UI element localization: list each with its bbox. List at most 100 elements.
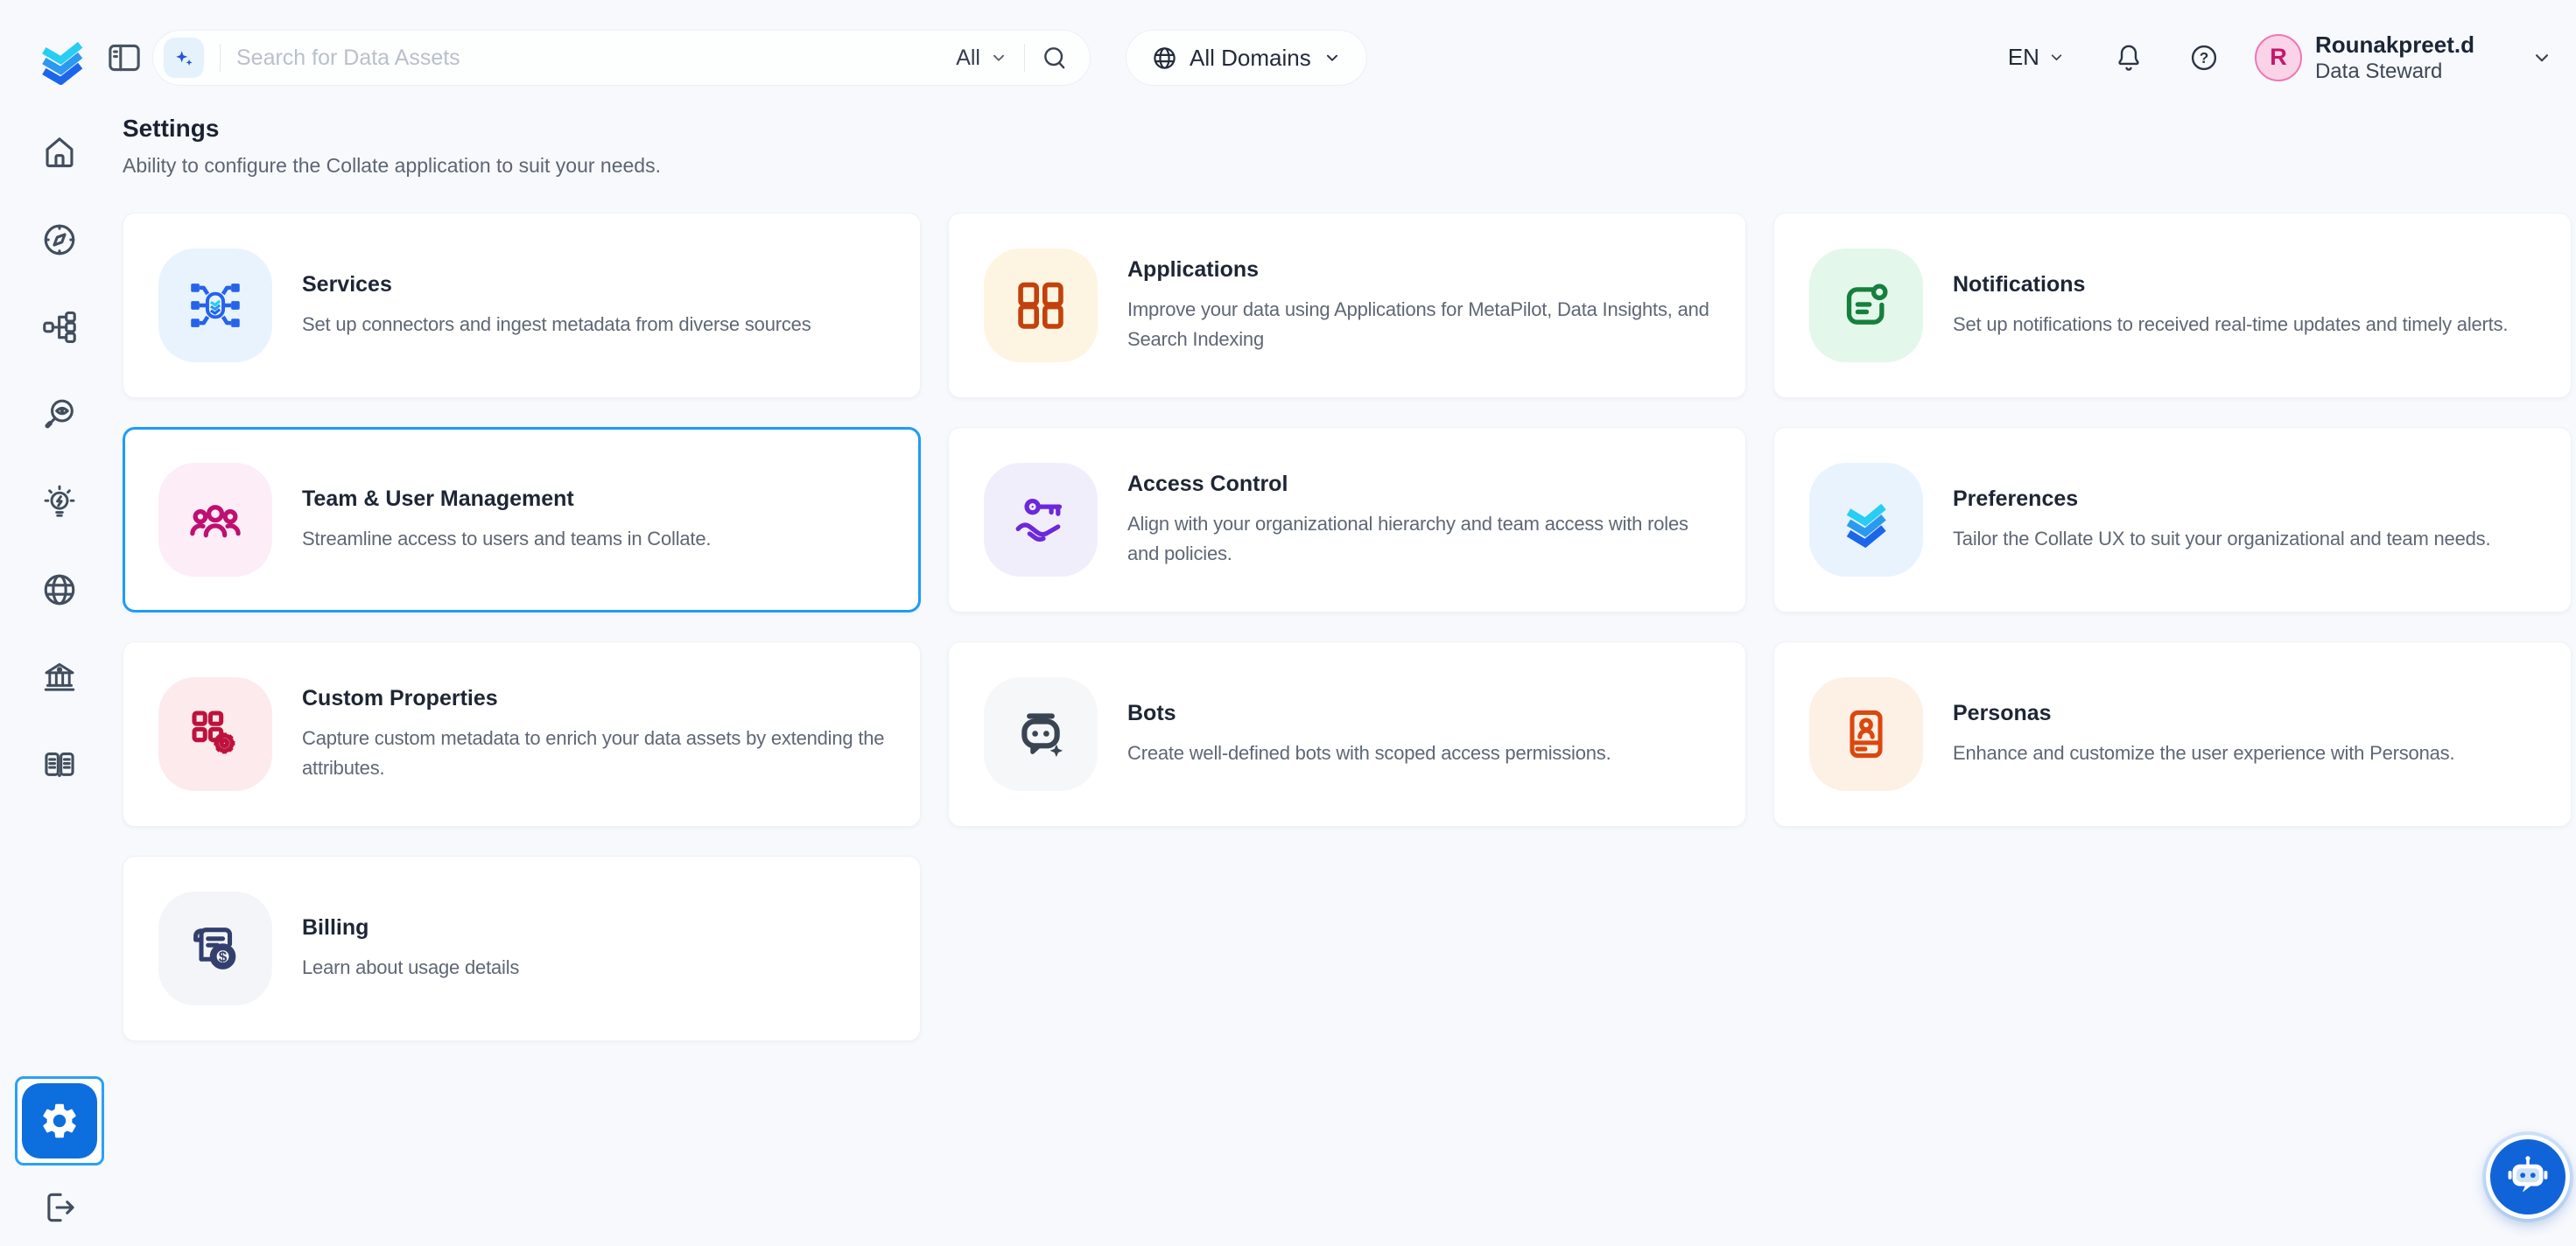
- chevron-down-icon: [2047, 48, 2066, 66]
- card-description: Learn about usage details: [302, 953, 519, 983]
- language-label: EN: [2008, 44, 2039, 71]
- divider: [1024, 44, 1025, 72]
- chevron-down-icon: [989, 48, 1008, 67]
- sidebar-item-governance[interactable]: [40, 658, 79, 696]
- card-text: Bots Create well-defined bots with scope…: [1127, 701, 1638, 768]
- top-header: All All Domains EN ? R: [0, 0, 2576, 116]
- search-input[interactable]: [236, 46, 956, 71]
- settings-card-access-control[interactable]: Access Control Align with your organizat…: [948, 427, 1746, 612]
- sidebar-item-observability[interactable]: [40, 396, 79, 434]
- settings-cards-grid: Services Set up connectors and ingest me…: [123, 213, 2572, 1041]
- card-title: Team & User Management: [302, 486, 711, 512]
- settings-button[interactable]: [22, 1083, 97, 1158]
- settings-card-custom-properties[interactable]: Custom Properties Capture custom metadat…: [123, 641, 921, 827]
- sidebar-item-settings-selected[interactable]: [15, 1076, 104, 1166]
- sidebar-item-insights[interactable]: [40, 483, 79, 522]
- card-title: Personas: [1953, 701, 2454, 726]
- page-subtitle: Ability to configure the Collate applica…: [123, 154, 2572, 178]
- sidebar-toggle-icon[interactable]: [105, 38, 144, 77]
- sidebar-item-domains[interactable]: [40, 570, 79, 609]
- card-text: Notifications Set up notifications to re…: [1953, 272, 2534, 340]
- card-title: Preferences: [1953, 486, 2490, 512]
- hand-key-icon: [1012, 491, 1070, 549]
- main-content: Settings Ability to configure the Collat…: [118, 116, 2576, 1246]
- card-title: Bots: [1127, 701, 1611, 726]
- page-title: Settings: [123, 116, 2572, 141]
- bots-tile: [984, 677, 1098, 791]
- services-network-icon: [186, 276, 245, 335]
- receipt-dollar-icon: $: [187, 920, 243, 976]
- card-title: Billing: [302, 915, 519, 941]
- header-right-cluster: EN ? R Rounakpreet.d Data Steward: [2008, 32, 2553, 85]
- chatbot-icon: [2503, 1152, 2552, 1201]
- svg-text:?: ?: [2200, 49, 2209, 66]
- domains-label: All Domains: [1190, 45, 1311, 72]
- notifications-tile: [1809, 248, 1923, 362]
- avatar-initial: R: [2270, 44, 2287, 71]
- search-scope-dropdown[interactable]: All: [956, 46, 1008, 71]
- sidebar-item-home[interactable]: [40, 133, 79, 172]
- search-scope-label: All: [956, 46, 980, 71]
- user-menu-chevron-icon[interactable]: [2530, 46, 2553, 69]
- card-description: Set up connectors and ingest metadata fr…: [302, 310, 811, 340]
- settings-card-bots[interactable]: Bots Create well-defined bots with scope…: [948, 641, 1746, 827]
- help-icon[interactable]: ?: [2188, 42, 2220, 74]
- search-icon[interactable]: [1041, 44, 1069, 72]
- settings-card-applications[interactable]: Applications Improve your data using App…: [948, 213, 1746, 398]
- avatar[interactable]: R: [2255, 34, 2302, 81]
- left-sidebar: [0, 116, 118, 1246]
- user-name: Rounakpreet.d: [2315, 32, 2474, 60]
- team-users-icon: [186, 491, 244, 549]
- settings-card-preferences[interactable]: Preferences Tailor the Collate UX to sui…: [1773, 427, 2572, 612]
- ai-sparkle-icon[interactable]: [164, 38, 204, 78]
- settings-card-personas[interactable]: Personas Enhance and customize the user …: [1773, 641, 2572, 827]
- domains-dropdown[interactable]: All Domains: [1126, 30, 1367, 86]
- collate-logo-icon[interactable]: [33, 31, 91, 85]
- custom-properties-tile: [158, 677, 272, 791]
- card-title: Services: [302, 272, 811, 298]
- sidebar-item-explore[interactable]: [40, 220, 79, 259]
- card-description: Align with your organizational hierarchy…: [1127, 509, 1719, 569]
- language-selector[interactable]: EN: [2008, 44, 2066, 71]
- card-text: Access Control Align with your organizat…: [1127, 472, 1745, 569]
- billing-tile: $: [158, 892, 272, 1005]
- settings-card-services[interactable]: Services Set up connectors and ingest me…: [123, 213, 921, 398]
- divider: [220, 44, 221, 72]
- logout-icon[interactable]: [40, 1188, 79, 1227]
- notifications-bell-icon[interactable]: [2113, 42, 2144, 74]
- settings-card-billing[interactable]: $ Billing Learn about usage details: [123, 856, 921, 1041]
- sidebar-item-glossary[interactable]: [40, 746, 79, 784]
- personas-tile: [1809, 677, 1923, 791]
- card-description: Capture custom metadata to enrich your d…: [302, 724, 894, 783]
- card-description: Tailor the Collate UX to suit your organ…: [1953, 524, 2490, 554]
- settings-card-team-user-management[interactable]: Team & User Management Streamline access…: [123, 427, 921, 612]
- settings-card-notifications[interactable]: Notifications Set up notifications to re…: [1773, 213, 2572, 398]
- notification-note-icon: [1838, 277, 1894, 333]
- card-text: Billing Learn about usage details: [302, 915, 545, 983]
- global-search-bar[interactable]: All: [152, 30, 1091, 86]
- card-description: Create well-defined bots with scoped acc…: [1127, 738, 1611, 768]
- chevron-down-icon: [1323, 48, 1342, 67]
- applications-tile: [984, 248, 1098, 362]
- globe-icon: [1151, 45, 1178, 72]
- card-title: Applications: [1127, 257, 1719, 283]
- card-title: Notifications: [1953, 272, 2508, 298]
- card-description: Improve your data using Applications for…: [1127, 295, 1719, 354]
- card-text: Custom Properties Capture custom metadat…: [302, 686, 920, 783]
- persona-card-icon: [1838, 706, 1894, 762]
- app-grid-icon: [1013, 277, 1069, 333]
- robot-sparkle-icon: [1013, 706, 1069, 762]
- card-text: Personas Enhance and customize the user …: [1953, 701, 2481, 768]
- card-text: Applications Improve your data using App…: [1127, 257, 1745, 354]
- gear-icon: [39, 1100, 81, 1142]
- card-title: Access Control: [1127, 472, 1719, 497]
- chatbot-fab[interactable]: [2486, 1135, 2570, 1219]
- card-description: Streamline access to users and teams in …: [302, 524, 711, 554]
- card-description: Enhance and customize the user experienc…: [1953, 738, 2454, 768]
- sidebar-item-lineage[interactable]: [40, 308, 79, 346]
- access-control-tile: [984, 463, 1098, 577]
- preferences-tile: [1809, 463, 1923, 577]
- card-title: Custom Properties: [302, 686, 894, 711]
- card-text: Team & User Management Streamline access…: [302, 486, 737, 554]
- card-text: Services Set up connectors and ingest me…: [302, 272, 838, 340]
